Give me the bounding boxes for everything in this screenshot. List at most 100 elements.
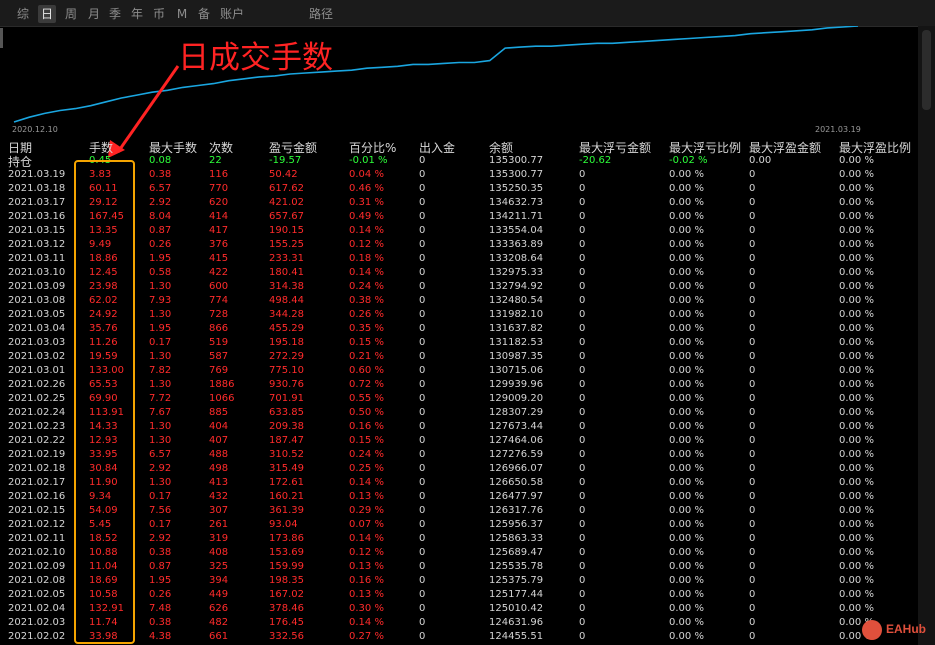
holding-cell: -0.01 %	[349, 155, 388, 166]
table-cell: 125010.42	[489, 603, 544, 614]
table-cell: 8.04	[149, 211, 172, 222]
table-cell: 5.45	[89, 519, 112, 530]
table-cell: 319	[209, 533, 229, 544]
table-cell: 0.00 %	[839, 351, 874, 362]
chart-end-date: 2021.03.19	[815, 125, 861, 134]
tab-10[interactable]: 路径	[306, 5, 336, 23]
table-cell: 2021.02.11	[8, 533, 66, 544]
table-cell: 310.52	[269, 449, 304, 460]
table-cell: 0	[579, 309, 586, 320]
table-cell: 0.17	[149, 337, 172, 348]
table-cell: 0.00 %	[839, 225, 874, 236]
table-cell: 0.00 %	[839, 589, 874, 600]
tab-1[interactable]: 日	[38, 5, 56, 23]
table-cell: 0.00 %	[839, 533, 874, 544]
table-cell: 432	[209, 491, 229, 502]
table-cell: 0	[749, 617, 756, 628]
table-cell: 0.00 %	[669, 533, 704, 544]
table-cell: 1.30	[149, 379, 172, 390]
table-cell: 661	[209, 631, 229, 642]
table-cell: 125535.78	[489, 561, 544, 572]
table-cell: 0	[419, 253, 426, 264]
column-header[interactable]: 盈亏金额	[269, 139, 317, 156]
table-cell: 0.49 %	[349, 211, 384, 222]
vertical-scrollbar[interactable]	[918, 26, 935, 645]
table-cell: 125177.44	[489, 589, 544, 600]
table-cell: 0.15 %	[349, 337, 384, 348]
table-cell: 2021.02.08	[8, 575, 66, 586]
table-cell: 332.56	[269, 631, 304, 642]
table-cell: 417	[209, 225, 229, 236]
table-cell: 10.88	[89, 547, 118, 558]
table-cell: 0.13 %	[349, 589, 384, 600]
table-cell: 125375.79	[489, 575, 544, 586]
table-cell: 1886	[209, 379, 235, 390]
table-cell: 6.57	[149, 449, 172, 460]
pig-logo-icon	[862, 620, 882, 640]
table-cell: 0	[579, 379, 586, 390]
column-header[interactable]: 最大浮盈金额	[749, 139, 821, 156]
column-header[interactable]: 出入金	[419, 139, 455, 156]
column-header[interactable]: 最大手数	[149, 139, 197, 156]
table-cell: 0	[749, 281, 756, 292]
table-cell: 0	[419, 211, 426, 222]
table-cell: 126477.97	[489, 491, 544, 502]
column-header[interactable]: 最大浮盈比例	[839, 139, 911, 156]
holding-cell: -20.62	[579, 155, 612, 166]
table-cell: 0	[579, 519, 586, 530]
table-cell: 167.02	[269, 589, 304, 600]
table-cell: 0.00 %	[669, 365, 704, 376]
table-cell: 11.26	[89, 337, 118, 348]
table-cell: 131982.10	[489, 309, 544, 320]
table-cell: 0	[419, 309, 426, 320]
table-cell: 18.86	[89, 253, 118, 264]
tab-7[interactable]: M	[176, 5, 188, 23]
tab-4[interactable]: 季	[106, 5, 124, 23]
table-cell: 180.41	[269, 267, 304, 278]
tab-3[interactable]: 月	[85, 5, 103, 23]
scrollbar-thumb[interactable]	[922, 30, 931, 110]
table-cell: 2021.02.16	[8, 491, 66, 502]
column-header[interactable]: 余额	[489, 139, 513, 156]
table-cell: 0	[579, 449, 586, 460]
column-header[interactable]: 百分比%	[349, 139, 396, 156]
table-cell: 2021.02.19	[8, 449, 66, 460]
tab-0[interactable]: 综	[14, 5, 32, 23]
table-cell: 0.13 %	[349, 561, 384, 572]
table-cell: 2021.02.18	[8, 463, 66, 474]
table-cell: 2021.03.02	[8, 351, 66, 362]
holding-cell: 0.45	[89, 155, 112, 166]
table-cell: 2021.02.04	[8, 603, 66, 614]
table-cell: 172.61	[269, 477, 304, 488]
column-header[interactable]: 最大浮亏比例	[669, 139, 741, 156]
table-cell: 127673.44	[489, 421, 544, 432]
table-cell: 0	[419, 225, 426, 236]
table-cell: 131637.82	[489, 323, 544, 334]
tab-5[interactable]: 年	[128, 5, 146, 23]
table-cell: 12.93	[89, 435, 118, 446]
tab-6[interactable]: 币	[150, 5, 168, 23]
table-cell: 0.00 %	[669, 519, 704, 530]
table-cell: 0	[579, 281, 586, 292]
table-cell: 0.00 %	[839, 183, 874, 194]
table-cell: 0.00 %	[839, 365, 874, 376]
table-cell: 0	[749, 169, 756, 180]
column-header[interactable]: 次数	[209, 139, 233, 156]
column-header[interactable]: 手数	[89, 139, 113, 156]
tab-8[interactable]: 备	[195, 5, 213, 23]
table-cell: 167.45	[89, 211, 124, 222]
table-cell: 0	[579, 225, 586, 236]
table-cell: 0	[419, 617, 426, 628]
column-header[interactable]: 最大浮亏金额	[579, 139, 651, 156]
table-cell: 0.00 %	[669, 309, 704, 320]
table-cell: 1.30	[149, 309, 172, 320]
table-cell: 62.02	[89, 295, 118, 306]
tab-2[interactable]: 周	[62, 5, 80, 23]
table-cell: 0	[579, 533, 586, 544]
table-cell: 132794.92	[489, 281, 544, 292]
table-cell: 0.00 %	[669, 169, 704, 180]
table-cell: 0	[749, 351, 756, 362]
table-cell: 113.91	[89, 407, 124, 418]
table-cell: 0.15 %	[349, 435, 384, 446]
tab-9[interactable]: 账户	[217, 5, 247, 23]
